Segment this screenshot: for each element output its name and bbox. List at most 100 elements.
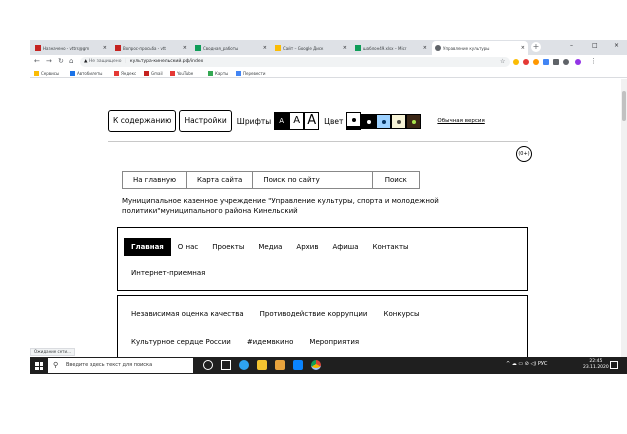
- tab-4[interactable]: шаблон49.xlsx – Micr ×: [352, 41, 430, 55]
- menu-item-contacts[interactable]: Контакты: [366, 238, 416, 256]
- menu-item-events[interactable]: Афиша: [325, 238, 365, 256]
- bookmark-item[interactable]: YouTube: [170, 71, 193, 76]
- tab-0[interactable]: Назначено - vttrs@gm ×: [32, 41, 110, 55]
- security-status: Не защищено: [88, 59, 122, 64]
- puzzle-icon[interactable]: [563, 59, 569, 65]
- extension-icon[interactable]: [543, 59, 549, 65]
- site-search-input[interactable]: Поиск по сайту: [252, 171, 373, 189]
- extension-icon[interactable]: [533, 59, 539, 65]
- tab-1[interactable]: Вопрос-просьба - vtt ×: [112, 41, 190, 55]
- clock[interactable]: 22:45 23.11.2020: [583, 359, 609, 371]
- back-arrow-icon[interactable]: ←: [34, 57, 40, 65]
- accessibility-panel: К содержанию Настройки Шрифты A A A Цвет…: [108, 107, 485, 135]
- minimize-button[interactable]: –: [570, 42, 573, 49]
- dot-icon: [352, 118, 357, 122]
- color-scheme-white-button[interactable]: [346, 112, 362, 127]
- font-size-medium-button[interactable]: A: [289, 112, 305, 130]
- menu-item-home[interactable]: Главная: [124, 238, 171, 256]
- bookmark-item[interactable]: Карты: [208, 71, 228, 76]
- file-explorer-icon[interactable]: [257, 360, 267, 370]
- menu-item-about[interactable]: О нас: [171, 238, 205, 256]
- close-icon[interactable]: ×: [183, 45, 187, 51]
- tab-label: Сайт – Google Диск: [283, 45, 324, 51]
- maximize-button[interactable]: □: [592, 42, 598, 49]
- search-button[interactable]: Поиск: [371, 171, 420, 189]
- scrollbar-thumb[interactable]: [622, 91, 626, 121]
- system-tray[interactable]: ^ ☁ ▭ ⊘ ◁) РУС: [506, 361, 547, 367]
- tab-strip: Назначено - vttrs@gm × Вопрос-просьба - …: [30, 40, 627, 55]
- reload-icon[interactable]: ↻: [58, 57, 64, 65]
- store-icon[interactable]: [275, 360, 285, 370]
- menu-item-quality-assessment[interactable]: Независимая оценка качества: [131, 310, 244, 318]
- divider: |: [124, 59, 127, 64]
- forward-arrow-icon[interactable]: →: [46, 57, 52, 65]
- home-link[interactable]: На главную: [122, 171, 187, 189]
- tab-label: Назначено - vttrs@gm: [43, 45, 90, 51]
- extension-icon[interactable]: [553, 59, 559, 65]
- bookmark-item[interactable]: Перевести: [236, 71, 265, 76]
- skip-to-content-button[interactable]: К содержанию: [108, 110, 177, 132]
- close-icon[interactable]: ×: [521, 45, 525, 51]
- edge-icon[interactable]: [239, 360, 249, 370]
- menu-item-activities[interactable]: Мероприятия: [309, 338, 359, 346]
- font-size-large-button[interactable]: A: [304, 112, 320, 130]
- sitemap-link[interactable]: Карта сайта: [185, 171, 254, 189]
- address-bar[interactable]: ▲ Не защищено | культура-кинельский.рф/i…: [80, 57, 510, 67]
- bookmark-item[interactable]: Яндекс: [114, 71, 136, 76]
- tab-3[interactable]: Сайт – Google Диск ×: [272, 41, 350, 55]
- close-window-button[interactable]: ×: [614, 42, 619, 49]
- globe-icon: [435, 45, 441, 51]
- bookmark-item[interactable]: Автобилеты: [70, 71, 102, 76]
- menu-item-anti-corruption[interactable]: Противодействие коррупции: [260, 310, 368, 318]
- clock-date: 23.11.2020: [583, 365, 609, 370]
- new-tab-button[interactable]: +: [531, 42, 541, 52]
- close-icon[interactable]: ×: [423, 45, 427, 51]
- mail-icon[interactable]: [293, 360, 303, 370]
- cortana-icon[interactable]: [203, 360, 213, 370]
- notifications-icon[interactable]: [610, 361, 618, 369]
- bus-icon: [70, 71, 75, 76]
- home-icon[interactable]: ⌂: [69, 57, 73, 65]
- chrome-icon[interactable]: [311, 360, 321, 370]
- menu-item-media[interactable]: Медиа: [251, 238, 289, 256]
- font-size-small-button[interactable]: A: [274, 112, 290, 130]
- yandex-icon: [114, 71, 119, 76]
- menu-item-projects[interactable]: Проекты: [205, 238, 251, 256]
- bookmark-item[interactable]: Gmail: [144, 71, 163, 76]
- menu-item-archive[interactable]: Архив: [289, 238, 325, 256]
- bookmark-label: Перевести: [243, 71, 266, 76]
- extension-icon[interactable]: [513, 59, 519, 65]
- menu-item-go-to-cinema[interactable]: #идемвкино: [247, 338, 294, 346]
- bookmark-star-icon[interactable]: ☆: [500, 58, 505, 65]
- bookmark-label: Автобилеты: [77, 71, 103, 76]
- tab-5-active[interactable]: Управление культуры ×: [432, 41, 528, 55]
- tab-label: Управление культуры: [443, 45, 490, 51]
- status-bubble: Ожидание сети...: [30, 348, 75, 356]
- settings-button[interactable]: Настройки: [179, 110, 232, 132]
- address-row: ← → ↻ ⌂ ▲ Не защищено | культура-кинельс…: [30, 55, 627, 69]
- extension-icon[interactable]: [523, 59, 529, 65]
- close-icon[interactable]: ×: [103, 45, 107, 51]
- dot-icon: [397, 119, 402, 124]
- menu-item-reception[interactable]: Интернет-приемная: [131, 269, 205, 277]
- regular-version-link[interactable]: Обычная версия: [437, 118, 484, 124]
- color-scheme-beige-button[interactable]: [391, 113, 407, 129]
- task-view-icon[interactable]: [221, 360, 231, 370]
- menu-item-contests[interactable]: Конкурсы: [383, 310, 419, 318]
- color-scheme-brown-button[interactable]: [406, 113, 422, 129]
- taskbar-search-input[interactable]: ⚲ Введите здесь текст для поиска: [48, 358, 193, 373]
- color-label: Цвет: [324, 116, 344, 126]
- kebab-menu-icon[interactable]: ⋮: [590, 57, 597, 65]
- url-text: культура-кинельский.рф/index: [129, 59, 204, 64]
- vertical-scrollbar[interactable]: [621, 79, 627, 357]
- color-scheme-blue-button[interactable]: [376, 113, 392, 129]
- windows-start-icon[interactable]: [35, 362, 43, 370]
- menu-item-cultural-heart[interactable]: Культурное сердце России: [131, 338, 231, 346]
- bookmark-item[interactable]: Сервисы: [34, 71, 59, 76]
- close-icon[interactable]: ×: [263, 45, 267, 51]
- translate-icon: [236, 71, 241, 76]
- color-scheme-black-button[interactable]: [361, 113, 377, 129]
- close-icon[interactable]: ×: [343, 45, 347, 51]
- tab-2[interactable]: Сводная_работы ×: [192, 41, 270, 55]
- avatar[interactable]: [575, 59, 581, 65]
